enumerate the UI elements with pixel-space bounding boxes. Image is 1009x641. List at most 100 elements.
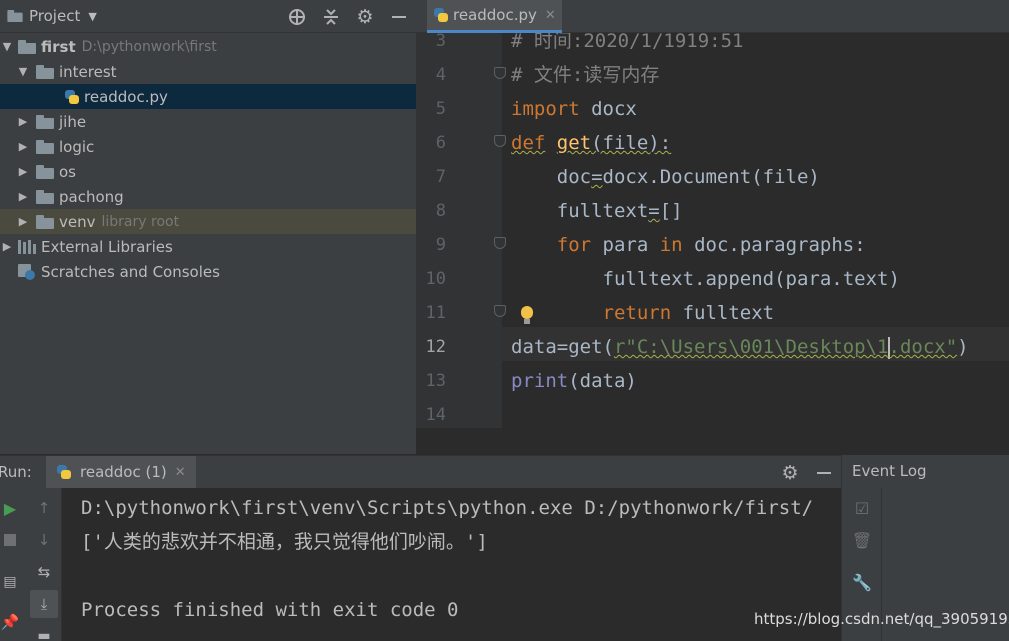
- mark-read-button[interactable]: ☑: [848, 494, 876, 522]
- gear-icon: ⚙: [356, 5, 374, 28]
- locate-file-button[interactable]: [280, 0, 314, 33]
- tree-item-label: venv: [59, 212, 96, 231]
- line-number: 9: [435, 235, 446, 255]
- console-output[interactable]: D:\pythonwork\first\venv\Scripts\python.…: [62, 488, 841, 641]
- code-line-8: fulltext=[]: [511, 194, 1009, 228]
- code-text: =: [648, 200, 660, 222]
- print-button[interactable]: ▬: [30, 622, 58, 641]
- close-tab-icon[interactable]: ✕: [175, 465, 186, 480]
- expand-arrow-icon[interactable]: ▼: [0, 40, 14, 53]
- tree-item-readdoc[interactable]: readdoc.py: [0, 84, 416, 109]
- libraries-icon: [18, 239, 36, 254]
- fold-marker-icon[interactable]: [494, 67, 506, 79]
- pin-tab-button[interactable]: 📌: [0, 608, 24, 636]
- checkmark-icon: ☑: [854, 498, 870, 518]
- tree-item-external-libraries[interactable]: ▶ External Libraries: [0, 234, 416, 259]
- project-tree: ▼ first D:\pythonwork\first ▼ interest r…: [0, 33, 416, 454]
- fold-marker-icon[interactable]: [494, 305, 506, 317]
- keyword: in: [659, 234, 683, 256]
- hide-run-button[interactable]: [807, 456, 841, 489]
- tree-item-scratches[interactable]: Scratches and Consoles: [0, 259, 416, 284]
- tree-item-interest[interactable]: ▼ interest: [0, 59, 416, 84]
- play-icon: ▶: [3, 498, 17, 518]
- expand-arrow-icon[interactable]: ▶: [16, 115, 30, 128]
- expand-arrow-icon[interactable]: ▶: [16, 165, 30, 178]
- layout-icon: ▤: [3, 574, 17, 590]
- folder-icon: [36, 139, 54, 154]
- layout-button[interactable]: ▤: [0, 568, 24, 596]
- event-settings-button[interactable]: 🔧: [848, 568, 876, 596]
- scroll-down-button[interactable]: ↓: [30, 526, 58, 554]
- run-label: Run:: [0, 463, 32, 481]
- tree-item-jihe[interactable]: ▶ jihe: [0, 109, 416, 134]
- library-root-hint: library root: [101, 213, 180, 230]
- fold-marker-icon[interactable]: [494, 237, 506, 249]
- expand-arrow-icon[interactable]: ▶: [16, 140, 30, 153]
- tree-item-venv[interactable]: ▶ venv library root: [0, 209, 416, 234]
- run-tab-label: readdoc (1): [80, 463, 167, 481]
- fold-marker-icon[interactable]: [494, 135, 506, 147]
- collapse-all-button[interactable]: [314, 0, 348, 33]
- code-line-10: fulltext.append(para.text): [511, 262, 1009, 296]
- folder-icon: [36, 164, 54, 179]
- tree-item-os[interactable]: ▶ os: [0, 159, 416, 184]
- code-line-7: doc=docx.Document(file): [511, 160, 1009, 194]
- pin-icon: 📌: [0, 613, 20, 631]
- line-number: 14: [425, 405, 446, 425]
- line-number: 3: [435, 33, 446, 51]
- code-text: =: [591, 166, 603, 188]
- tree-item-first[interactable]: ▼ first D:\pythonwork\first: [0, 34, 416, 59]
- tree-item-logic[interactable]: ▶ logic: [0, 134, 416, 159]
- arrow-up-icon: ↑: [37, 499, 51, 517]
- builtin-function: print: [511, 370, 569, 392]
- line-number: 5: [435, 99, 446, 119]
- run-toolbar: ⚙: [773, 456, 841, 489]
- tab-readdoc[interactable]: readdoc.py ✕: [427, 0, 562, 33]
- trash-icon: 🗑: [851, 530, 873, 550]
- ide-window: Project ▼ ⚙ ▼ first D:\pythonwork\first: [0, 0, 1009, 641]
- run-settings-button[interactable]: ⚙: [773, 456, 807, 489]
- run-tab-readdoc[interactable]: readdoc (1) ✕: [46, 455, 196, 489]
- arrow-down-icon: ↓: [37, 531, 51, 549]
- lightbulb-icon[interactable]: [519, 306, 535, 326]
- tree-item-pachong[interactable]: ▶ pachong: [0, 184, 416, 209]
- expand-arrow-icon[interactable]: ▶: [16, 190, 30, 203]
- python-file-icon: [64, 89, 80, 105]
- code-text: fulltext.append(para.text): [511, 268, 900, 290]
- soft-wrap-button[interactable]: ⇆: [30, 558, 58, 586]
- project-settings-button[interactable]: ⚙: [348, 0, 382, 33]
- tree-item-path: D:\pythonwork\first: [81, 38, 217, 55]
- project-view-selector[interactable]: Project ▼: [0, 7, 97, 25]
- scroll-to-end-button[interactable]: ⤓: [30, 590, 58, 618]
- stop-button[interactable]: [0, 526, 24, 554]
- expand-arrow-icon[interactable]: ▶: [16, 215, 30, 228]
- code-line-11: return fulltext: [511, 296, 1009, 330]
- clear-log-button[interactable]: 🗑: [848, 526, 876, 554]
- comment: # 文件:读写内存: [511, 64, 660, 86]
- scroll-up-button[interactable]: ↑: [30, 494, 58, 522]
- string-literal: r"C:\Users\001\Desktop\1: [613, 336, 889, 358]
- code-line-13: print(data): [511, 364, 1009, 398]
- code-line-4: # 文件:读写内存: [511, 58, 1009, 92]
- tree-item-label: interest: [59, 62, 117, 81]
- python-file-icon: [56, 464, 72, 480]
- line-number: 8: [435, 201, 446, 221]
- code-text: fulltext: [671, 302, 775, 324]
- folder-icon: [36, 189, 54, 204]
- tree-item-label: logic: [59, 137, 95, 156]
- line-number: 11: [425, 303, 446, 323]
- hide-panel-button[interactable]: [382, 0, 416, 33]
- tree-item-label: pachong: [59, 187, 124, 206]
- project-panel-header: Project ▼ ⚙: [0, 0, 416, 33]
- code-text: doc.paragraphs:: [682, 234, 866, 256]
- rerun-button[interactable]: ▶: [0, 494, 24, 522]
- collapse-icon: [324, 8, 338, 25]
- line-number: 7: [435, 167, 446, 187]
- event-log-title[interactable]: Event Log: [852, 455, 927, 488]
- expand-arrow-icon[interactable]: ▼: [16, 65, 30, 78]
- chevron-down-icon: ▼: [88, 9, 97, 23]
- expand-arrow-icon[interactable]: ▶: [0, 240, 14, 253]
- code-editor[interactable]: 3 4 5 6 7 8 9 10 11 12 13 14 # 时间:2020/1…: [416, 33, 1009, 428]
- close-tab-icon[interactable]: ✕: [545, 8, 556, 23]
- crosshair-icon: [289, 8, 305, 25]
